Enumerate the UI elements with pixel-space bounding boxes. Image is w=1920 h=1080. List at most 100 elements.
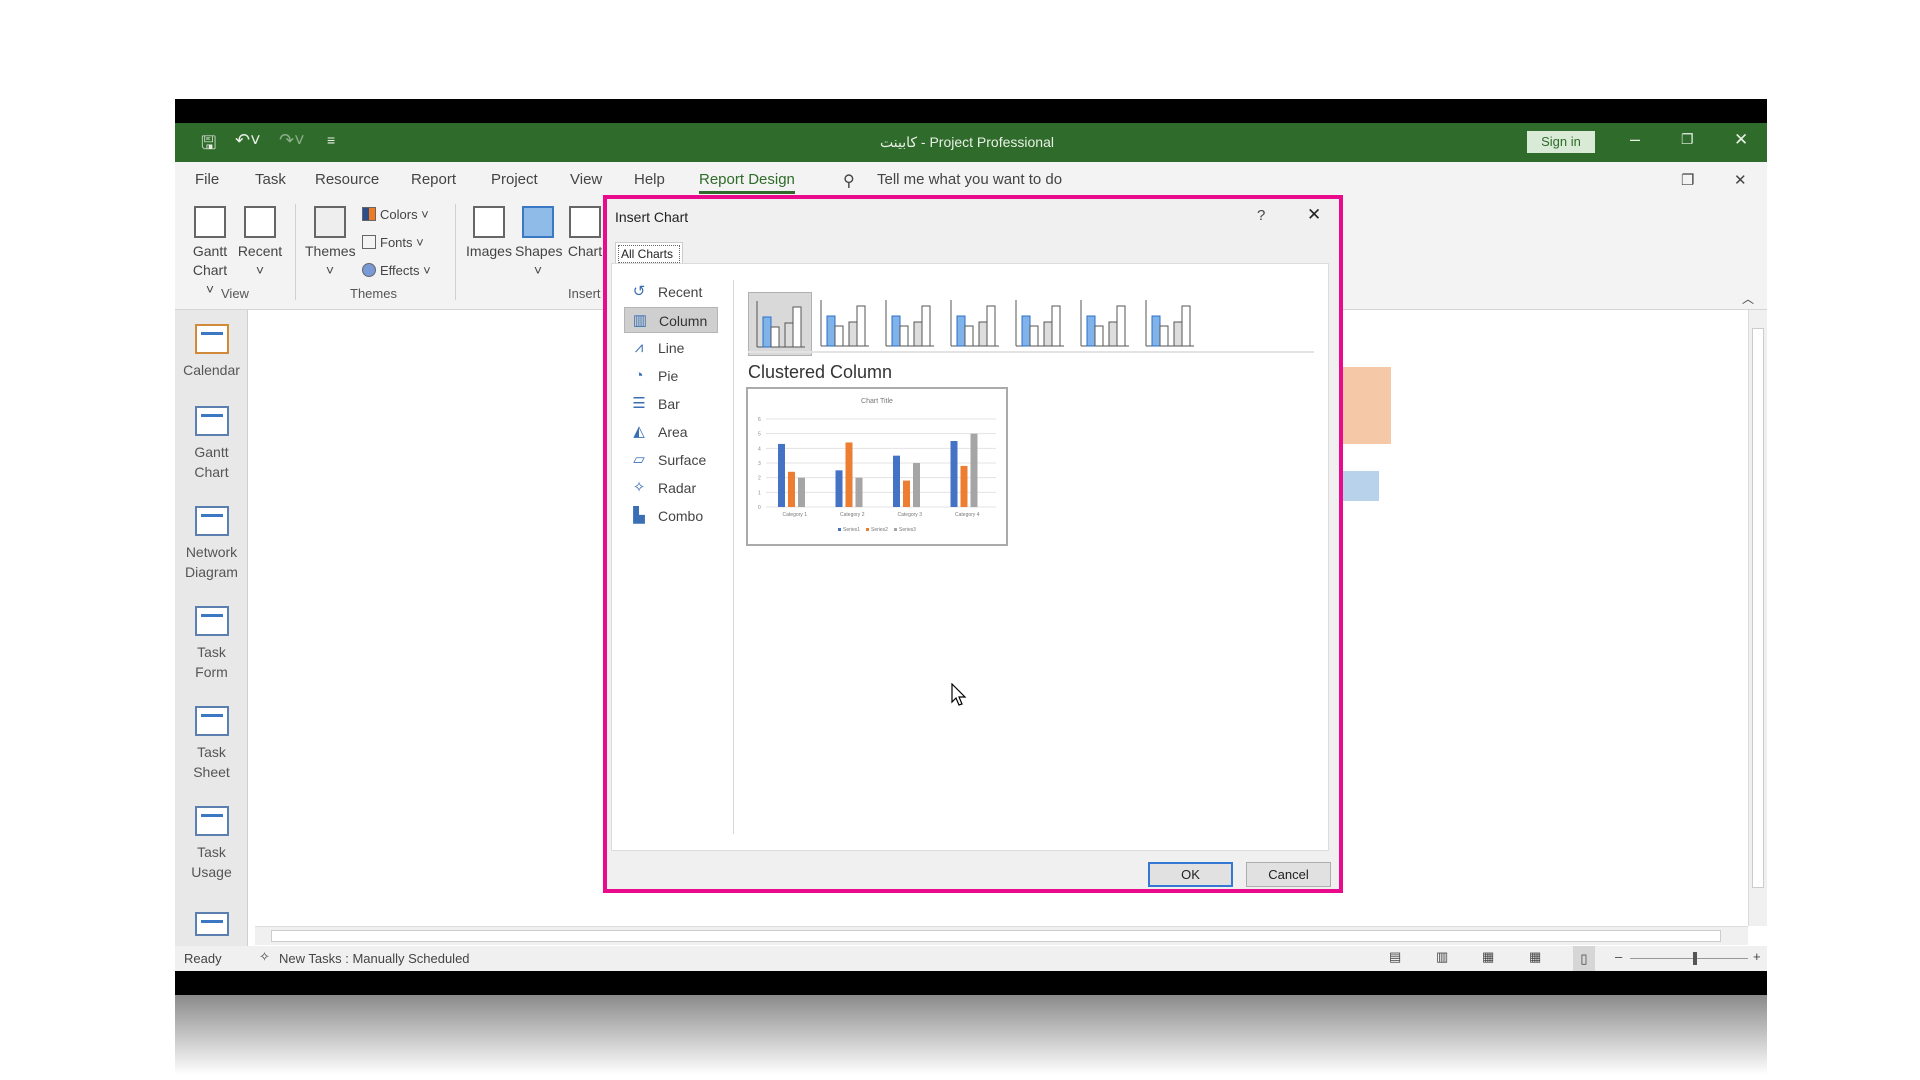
chart-button[interactable]: Chart [565, 206, 605, 261]
recent-label: Recent [237, 243, 283, 259]
restore-icon[interactable]: ❐ [1681, 131, 1694, 148]
scroll-thumb[interactable] [271, 930, 1721, 942]
view-task-usage[interactable]: Task Usage [175, 806, 248, 882]
tab-task[interactable]: Task [255, 171, 286, 188]
view-label-2: Usage [191, 864, 232, 880]
y-tick-label: 1 [758, 490, 761, 496]
legend-marker [894, 528, 897, 531]
bar-series1 [778, 443, 785, 507]
task-sheet-icon [194, 706, 229, 736]
chart-type-radar[interactable]: ✧ Radar [624, 475, 718, 501]
tab-file[interactable]: File [195, 171, 219, 188]
3d-100-stacked-column-icon[interactable] [1073, 292, 1137, 356]
new-tasks-mode[interactable]: New Tasks : Manually Scheduled [279, 951, 470, 966]
save-icon[interactable]: 🖫 [201, 131, 216, 161]
horizontal-scrollbar[interactable] [255, 926, 1748, 945]
view-gantt-chart[interactable]: Gantt Chart [175, 406, 248, 482]
dialog-close-button[interactable]: ✕ [1307, 205, 1321, 225]
resource-view-icon[interactable]: ▦ [1529, 949, 1541, 965]
fonts-label: Fonts ˅ [380, 235, 424, 250]
ribbon-restore-icon[interactable]: ❐ [1681, 171, 1694, 189]
chart-type-pie[interactable]: ◔ Pie [624, 363, 718, 389]
area-chart-icon: ◭ [633, 423, 645, 440]
themes-label: Themes [305, 243, 356, 259]
ok-button[interactable]: OK [1148, 862, 1233, 887]
cancel-button[interactable]: Cancel [1246, 862, 1331, 887]
chart-preview[interactable]: Chart Title 0 1 2 3 4 5 6 Category 1 Category 2 Ca… [746, 387, 1008, 546]
shapes-button[interactable]: Shapes ˅ [515, 206, 562, 280]
recent-dropdown: ˅ [255, 262, 265, 278]
effects-button[interactable]: Effects ˅ [362, 263, 431, 278]
fonts-button[interactable]: Fonts ˅ [362, 235, 424, 250]
view-more[interactable] [175, 912, 248, 942]
ribbon-tabs: File Task Resource Report Project View H… [175, 162, 1767, 196]
gantt-view-icon[interactable]: ▤ [1389, 949, 1401, 965]
zoom-in-icon[interactable]: + [1753, 949, 1761, 964]
tab-report[interactable]: Report [411, 171, 456, 188]
sign-in-button[interactable]: Sign in [1527, 131, 1595, 153]
tab-report-design[interactable]: Report Design [699, 171, 795, 194]
subtype-title: Clustered Column [748, 362, 893, 382]
chart-type-column[interactable]: ▥ Column [624, 307, 718, 333]
chart-type-bar[interactable]: ☰ Bar [624, 391, 718, 417]
themes-button[interactable]: Themes ˅ [305, 206, 356, 280]
tab-help[interactable]: Help [634, 171, 665, 188]
chart-label: Chart [567, 243, 603, 259]
chart-type-label: Line [658, 340, 685, 356]
vertical-scrollbar[interactable] [1748, 310, 1767, 926]
3d-stacked-column-icon[interactable] [1008, 292, 1072, 356]
column-chart-icon: ▥ [632, 312, 648, 329]
minimize-icon[interactable]: – [1630, 129, 1640, 150]
chart-type-combo[interactable]: ▙ Combo [624, 503, 718, 529]
3d-column-icon[interactable] [1138, 292, 1202, 356]
100-stacked-column-icon[interactable] [878, 292, 942, 356]
chart-type-area[interactable]: ◭ Area [624, 419, 718, 445]
surface-chart-icon: ▱ [633, 451, 645, 468]
zoom-slider[interactable] [1630, 958, 1748, 959]
ribbon-close-icon[interactable]: ✕ [1734, 171, 1747, 189]
zoom-slider-thumb[interactable] [1692, 952, 1697, 965]
colors-button[interactable]: Colors ˅ [362, 207, 429, 222]
combo-chart-icon: ▙ [633, 507, 645, 524]
status-bar: Ready ✧ New Tasks : Manually Scheduled ▤… [175, 946, 1767, 971]
chart-type-surface[interactable]: ▱ Surface [624, 447, 718, 473]
clustered-column-icon[interactable] [748, 292, 812, 356]
tell-me-input[interactable]: Tell me what you want to do [877, 171, 1062, 188]
report-view-icon[interactable]: ▯ [1573, 946, 1595, 971]
bar-series1 [835, 470, 843, 507]
zoom-out-icon[interactable]: – [1615, 949, 1622, 964]
help-button[interactable]: ? [1257, 207, 1265, 224]
window-title: کابینت - Project Professional [880, 134, 1054, 150]
divider [733, 280, 734, 834]
view-calendar[interactable]: Calendar [175, 324, 248, 380]
images-button[interactable]: Images [465, 206, 513, 261]
collapse-ribbon-icon[interactable]: ︿ [1742, 290, 1754, 307]
view-network-diagram[interactable]: Network Diagram [175, 506, 248, 582]
tab-resource[interactable]: Resource [315, 171, 379, 188]
bar-series2 [845, 442, 853, 507]
tab-all-charts[interactable]: All Charts [615, 242, 683, 263]
stacked-column-icon[interactable] [813, 292, 877, 356]
chart-type-line[interactable]: ⩘ Line [624, 335, 718, 361]
gantt-chart-icon [194, 206, 226, 238]
task-usage-view-icon[interactable]: ▥ [1436, 949, 1448, 965]
video-top-bar [175, 99, 1767, 123]
chart-type-label: Column [659, 313, 708, 329]
customize-qat-icon[interactable]: ≡ [327, 132, 335, 148]
view-task-form[interactable]: Task Form [175, 606, 248, 682]
tab-view[interactable]: View [570, 171, 602, 188]
recent-button[interactable]: Recent ˅ [237, 206, 283, 280]
3d-clustered-column-icon[interactable] [943, 292, 1007, 356]
chart-type-recent[interactable]: ↺ Recent [624, 279, 718, 305]
chart-type-label: Bar [658, 396, 680, 412]
scroll-thumb[interactable] [1752, 328, 1764, 888]
team-planner-icon[interactable]: ▦ [1482, 949, 1494, 965]
view-task-sheet[interactable]: Task Sheet [175, 706, 248, 782]
bar-series1 [950, 441, 958, 507]
colors-label: Colors ˅ [380, 207, 429, 222]
chart-icon [569, 206, 601, 238]
redo-icon[interactable]: ↷˅ [279, 130, 305, 151]
undo-icon[interactable]: ↶˅ [235, 130, 261, 151]
close-icon[interactable]: ✕ [1734, 130, 1748, 150]
tab-project[interactable]: Project [491, 171, 538, 188]
